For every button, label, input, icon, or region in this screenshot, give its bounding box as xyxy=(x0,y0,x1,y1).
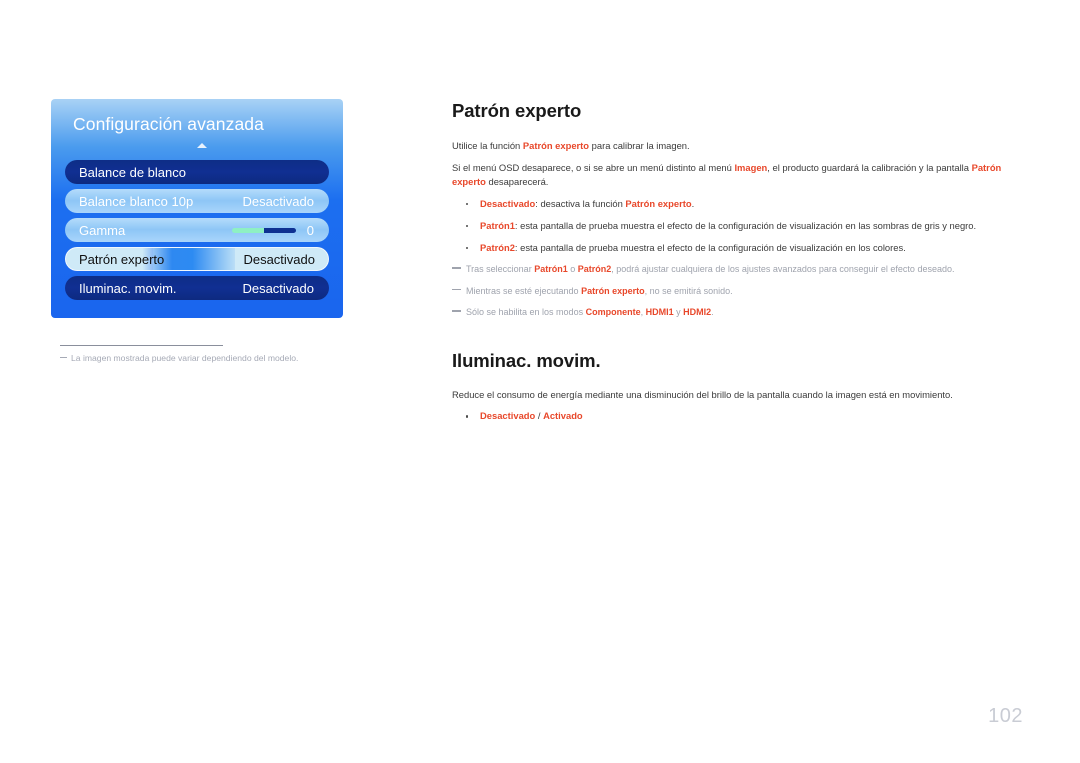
osd-menu-item[interactable]: Balance de blanco xyxy=(65,160,329,184)
paragraph: Utilice la función Patrón experto para c… xyxy=(452,139,1020,154)
osd-menu-title: Configuración avanzada xyxy=(73,114,264,134)
caret-up-icon[interactable] xyxy=(197,143,207,148)
text-run: , no se emitirá sonido. xyxy=(644,285,733,296)
highlight-term: HDMI2 xyxy=(683,307,712,318)
highlight-term: Patrón2 xyxy=(480,241,515,253)
highlight-term: Patrón experto xyxy=(522,140,590,151)
highlight-term: Patrón experto xyxy=(581,285,645,296)
highlight-term: Patrón2 xyxy=(577,264,612,275)
highlight-term: Patrón experto xyxy=(625,197,692,209)
notes-list: Tras seleccionar Patrón1 o Patrón2, podr… xyxy=(452,263,1020,320)
osd-menu-item[interactable]: Gamma 0 xyxy=(65,218,329,242)
note-item: Sólo se habilita en los modos Componente… xyxy=(452,306,1020,320)
osd-item-value: 0 xyxy=(306,222,314,238)
text-run: / xyxy=(535,410,544,422)
slider-fill-right xyxy=(264,227,296,233)
bullet-list: Desactivado / Activado xyxy=(452,409,1020,423)
text-run: : desactiva la función xyxy=(535,197,626,209)
section-heading: Iluminac. movim. xyxy=(452,349,601,371)
text-run: y xyxy=(673,307,684,318)
text-run: , el producto guardará la calibración y … xyxy=(767,161,972,173)
osd-item-value[interactable]: Desactivado xyxy=(242,194,314,209)
highlight-term: Patrón1 xyxy=(480,219,515,231)
osd-menu-item[interactable]: Patrón experto Desactivado xyxy=(65,247,329,271)
highlight-term: Desactivado xyxy=(480,197,536,209)
list-item: Desactivado / Activado xyxy=(452,409,1020,423)
text-run: . xyxy=(711,307,714,318)
text-run: , podrá ajustar cualquiera de los ajuste… xyxy=(611,264,955,275)
highlight-term: HDMI1 xyxy=(645,307,674,318)
text-run: Utilice la función xyxy=(452,140,523,151)
list-item: Patrón2: esta pantalla de prueba muestra… xyxy=(452,241,1020,255)
osd-item-label: Gamma xyxy=(79,222,126,238)
text-run: Tras seleccionar xyxy=(466,264,535,275)
text-run: Sólo se habilita en los modos xyxy=(466,307,586,318)
text-run: desaparecerá. xyxy=(485,176,549,188)
highlight-term: Activado xyxy=(543,410,583,422)
page-number: 102 xyxy=(988,705,1023,727)
paragraph: Reduce el consumo de energía mediante un… xyxy=(452,388,1020,403)
osd-item-label: Balance de blanco xyxy=(79,164,186,180)
highlight-term: Componente xyxy=(585,307,641,318)
note-item: Tras seleccionar Patrón1 o Patrón2, podr… xyxy=(452,263,1020,277)
list-item: Desactivado: desactiva la función Patrón… xyxy=(452,197,1020,211)
text-run: Si el menú OSD desaparece, o si se abre … xyxy=(452,161,735,173)
figure-note-text: La imagen mostrada puede variar dependie… xyxy=(71,353,299,363)
osd-item-label: Iluminac. movim. xyxy=(79,280,177,296)
figure-note: La imagen mostrada puede variar dependie… xyxy=(60,352,390,364)
osd-menu-item[interactable]: Balance blanco 10p Desactivado xyxy=(65,189,329,213)
paragraph: Si el menú OSD desaparece, o si se abre … xyxy=(452,161,1020,190)
osd-item-label: Patrón experto xyxy=(65,247,173,271)
text-run: Reduce el consumo de energía mediante un… xyxy=(452,388,953,400)
highlight-term: Desactivado xyxy=(480,410,536,422)
highlight-term: Imagen xyxy=(734,161,768,173)
text-run: . xyxy=(691,197,695,209)
dash-marker-icon xyxy=(60,357,67,359)
figure-note-divider xyxy=(60,345,223,346)
text-run: : esta pantalla de prueba muestra el efe… xyxy=(514,241,906,253)
text-run: o xyxy=(567,264,578,275)
section-heading: Patrón experto xyxy=(452,100,582,121)
osd-item-slider-group[interactable]: 0 xyxy=(232,223,314,238)
document-content: Patrón experto Utilice la función Patrón … xyxy=(452,100,1020,431)
osd-menu-list: Balance de blanco Balance blanco 10p Desac… xyxy=(65,160,329,305)
gamma-slider[interactable] xyxy=(232,227,296,233)
osd-item-label: Balance blanco 10p xyxy=(79,193,194,209)
bullet-list: Desactivado: desactiva la función Patrón… xyxy=(452,197,1020,255)
list-item: Patrón1: esta pantalla de prueba muestra… xyxy=(452,219,1020,233)
note-item: Mientras se esté ejecutando Patrón exper… xyxy=(452,285,1020,299)
text-run: : esta pantalla de prueba muestra el efe… xyxy=(514,219,977,231)
osd-menu-item[interactable]: Iluminac. movim. Desactivado xyxy=(65,276,329,300)
osd-item-value[interactable]: Desactivado xyxy=(242,281,314,296)
osd-item-value[interactable]: Desactivado xyxy=(235,247,329,271)
osd-menu-panel: Configuración avanzada Balance de blanco… xyxy=(51,99,343,318)
text-run: para calibrar la imagen. xyxy=(589,140,690,151)
text-run: Mientras se esté ejecutando xyxy=(466,285,582,296)
highlight-term: Patrón1 xyxy=(534,264,568,275)
slider-fill-left xyxy=(232,227,264,233)
